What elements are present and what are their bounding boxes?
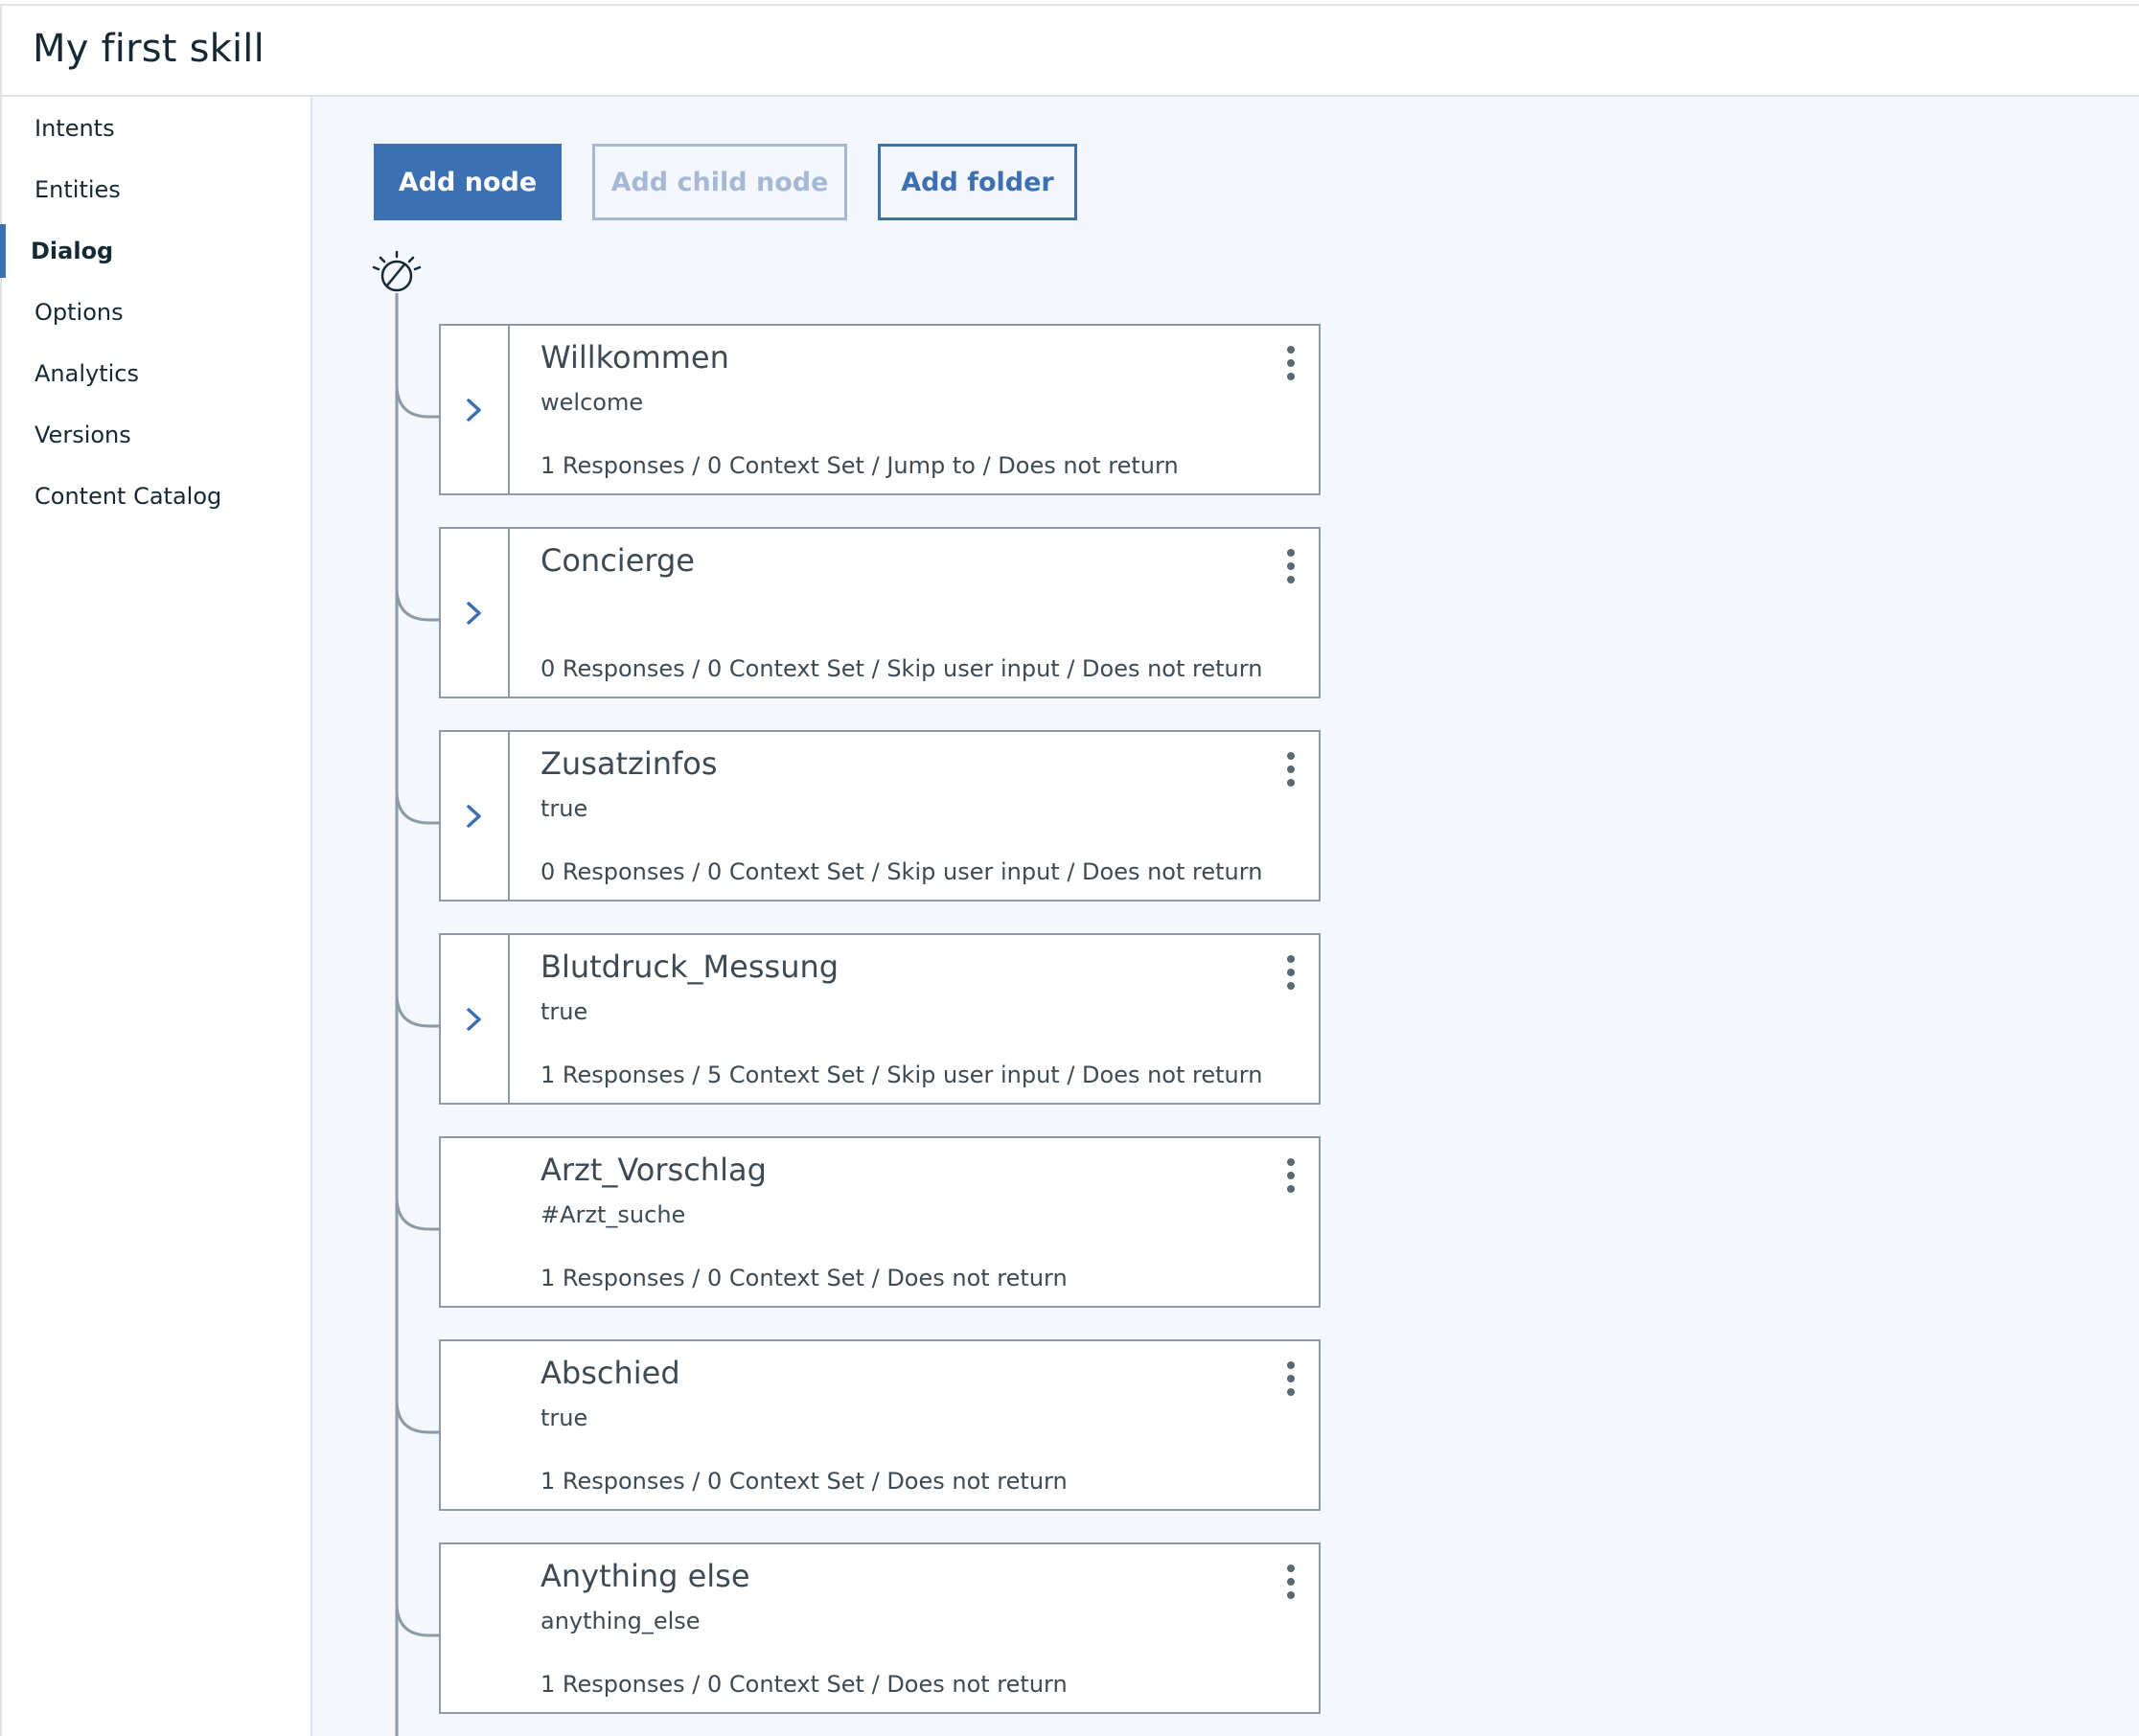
overflow-menu-icon[interactable]: [1276, 1152, 1305, 1199]
node-expand-toggle[interactable]: [441, 732, 510, 900]
chevron-right-icon: [467, 398, 481, 422]
sidebar-item-versions[interactable]: Versions: [2, 408, 310, 462]
overflow-menu-icon[interactable]: [1276, 948, 1305, 996]
dialog-node-zusatzinfos[interactable]: Zusatzinfos true 0 Responses / 0 Context…: [439, 730, 1321, 902]
node-summary: 1 Responses / 0 Context Set / Jump to / …: [540, 452, 1179, 479]
node-condition: anything_else: [540, 1608, 701, 1634]
node-condition: true: [540, 795, 588, 822]
dialog-node-blutdruck-messung[interactable]: Blutdruck_Messung true 1 Responses / 5 C…: [439, 933, 1321, 1105]
node-title: Abschied: [540, 1355, 680, 1391]
node-title: Concierge: [540, 542, 695, 579]
sidebar-item-intents[interactable]: Intents: [2, 102, 310, 155]
node-expand-toggle[interactable]: [441, 935, 510, 1103]
node-summary: 1 Responses / 0 Context Set / Does not r…: [540, 1265, 1068, 1291]
overflow-menu-icon[interactable]: [1276, 745, 1305, 793]
dialog-node-concierge[interactable]: Concierge 0 Responses / 0 Context Set / …: [439, 527, 1321, 698]
node-title: Arzt_Vorschlag: [540, 1152, 767, 1188]
node-summary: 0 Responses / 0 Context Set / Skip user …: [540, 655, 1263, 682]
sidebar-item-entities[interactable]: Entities: [2, 163, 310, 217]
overflow-menu-icon[interactable]: [1276, 1558, 1305, 1606]
dialog-node-anything-else[interactable]: Anything else anything_else 1 Responses …: [439, 1542, 1321, 1714]
chevron-right-icon: [467, 1007, 481, 1031]
node-summary: 1 Responses / 5 Context Set / Skip user …: [540, 1062, 1263, 1088]
sidebar-item-dialog[interactable]: Dialog: [0, 224, 310, 278]
node-expand-toggle[interactable]: [441, 529, 510, 697]
sidebar-item-content-catalog[interactable]: Content Catalog: [2, 469, 310, 523]
overflow-menu-icon[interactable]: [1276, 542, 1305, 590]
node-title: Willkommen: [540, 339, 729, 376]
dialog-node-abschied[interactable]: Abschied true 1 Responses / 0 Context Se…: [439, 1339, 1321, 1511]
dialog-editor: Add node Add child node Add folder Willk…: [312, 97, 2139, 1736]
node-condition: true: [540, 1405, 588, 1431]
sidebar: Intents Entities Dialog Options Analytic…: [0, 97, 312, 1736]
page-header: My first skill: [0, 4, 2139, 97]
node-summary: 0 Responses / 0 Context Set / Skip user …: [540, 858, 1263, 885]
page-title: My first skill: [33, 27, 264, 71]
sidebar-item-analytics[interactable]: Analytics: [2, 347, 310, 400]
node-summary: 1 Responses / 0 Context Set / Does not r…: [540, 1468, 1068, 1495]
overflow-menu-icon[interactable]: [1276, 1355, 1305, 1403]
node-condition: #Arzt_suche: [540, 1201, 686, 1228]
node-condition: welcome: [540, 389, 644, 416]
sidebar-item-options[interactable]: Options: [2, 286, 310, 339]
node-title: Anything else: [540, 1558, 750, 1594]
dialog-node-willkommen[interactable]: Willkommen welcome 1 Responses / 0 Conte…: [439, 324, 1321, 495]
node-title: Blutdruck_Messung: [540, 948, 840, 985]
app-window: My first skill Intents Entities Dialog O…: [0, 0, 2139, 1736]
chevron-right-icon: [467, 601, 481, 625]
node-expand-toggle[interactable]: [441, 326, 510, 493]
chevron-right-icon: [467, 804, 481, 828]
bulb-icon: [372, 250, 422, 292]
dialog-node-arzt-vorschlag[interactable]: Arzt_Vorschlag #Arzt_suche 1 Responses /…: [439, 1136, 1321, 1308]
overflow-menu-icon[interactable]: [1276, 339, 1305, 387]
node-title: Zusatzinfos: [540, 745, 718, 782]
node-condition: true: [540, 998, 588, 1025]
node-summary: 1 Responses / 0 Context Set / Does not r…: [540, 1671, 1068, 1698]
